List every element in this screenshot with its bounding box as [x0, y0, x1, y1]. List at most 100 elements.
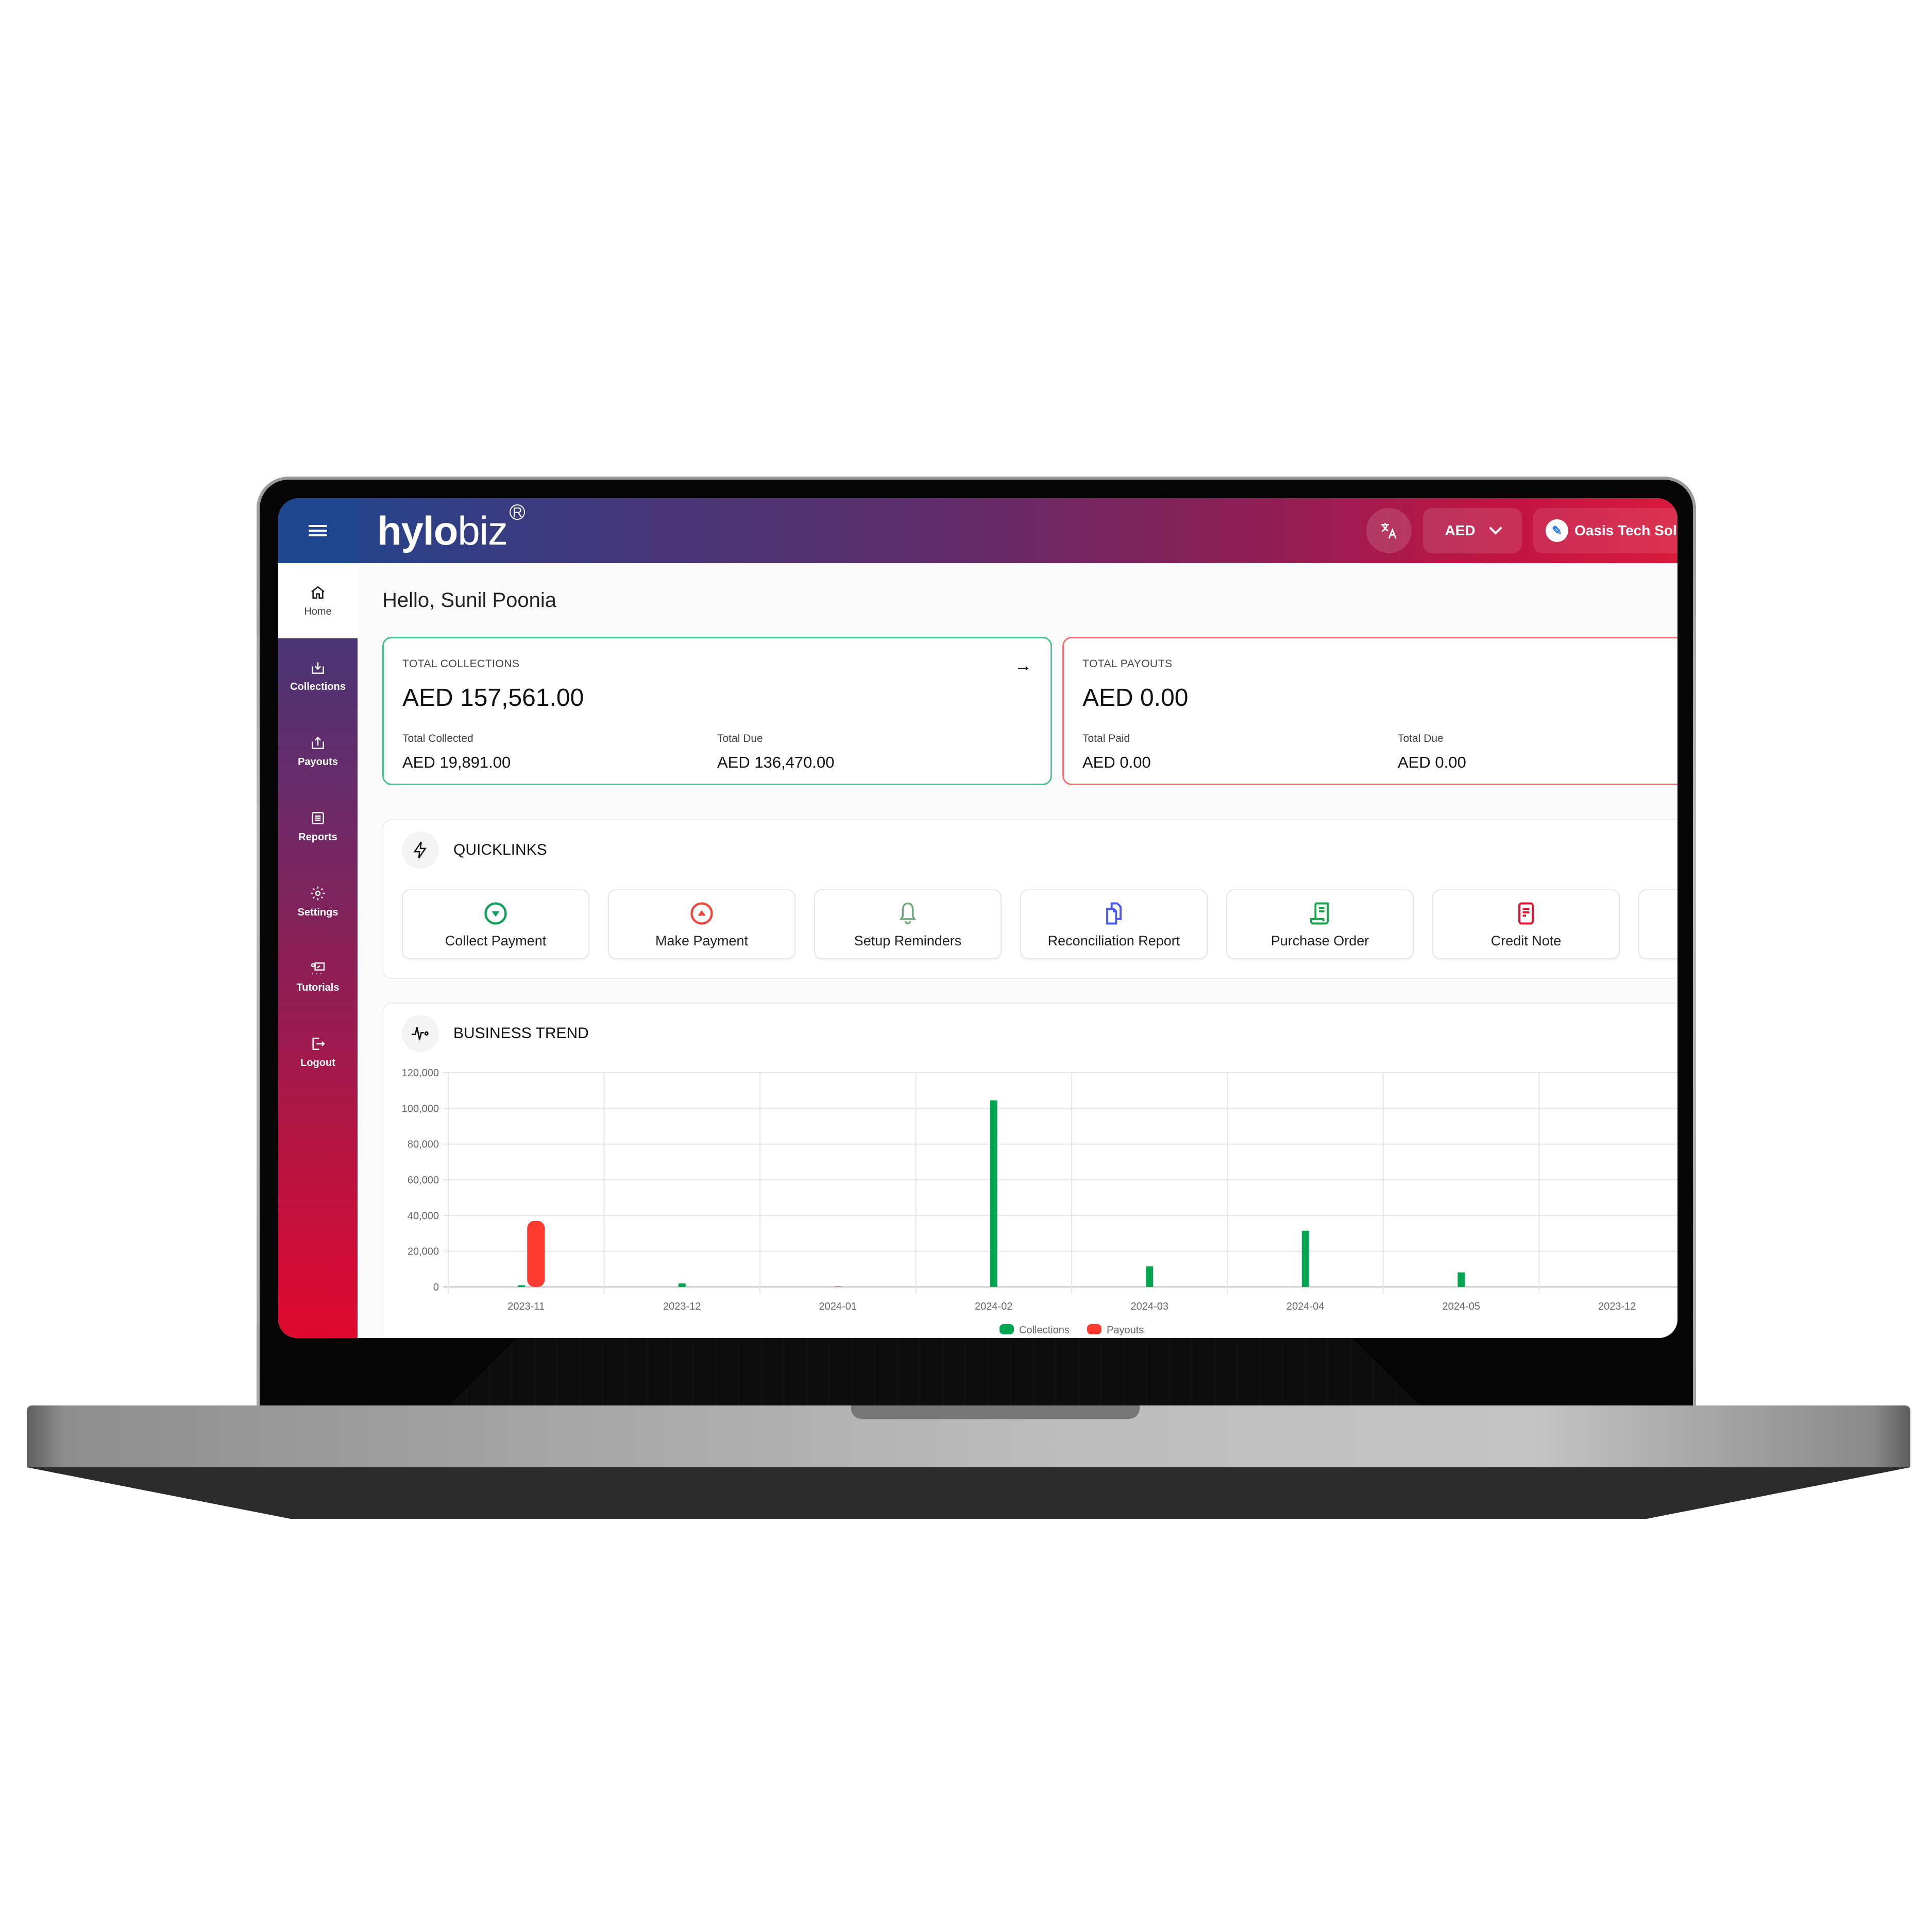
x-tick-label: 2024-05 [1443, 1301, 1480, 1312]
menu-toggle-button[interactable] [278, 498, 358, 563]
business-trend-title: BUSINESS TREND [453, 1025, 589, 1042]
presentation-icon [311, 962, 325, 974]
quicklink-label: Purchase Order [1270, 933, 1369, 948]
upload-tray-icon [312, 736, 324, 749]
total-paid-label: Total Paid [1082, 733, 1130, 744]
quicklink-credit-note[interactable]: Credit Note [1432, 889, 1620, 959]
quicklink-make-payment[interactable]: Make Payment [608, 889, 795, 959]
currency-select[interactable]: AED [1423, 508, 1522, 553]
collections-due-label: Total Due [717, 733, 763, 744]
legend-swatch [1087, 1324, 1101, 1334]
quicklink-setup-reminders[interactable]: Setup Reminders [814, 889, 1002, 959]
logout-icon [312, 1037, 325, 1050]
sidebar-item-label: Payouts [298, 756, 338, 768]
organization-switcher[interactable]: ✎ Oasis Tech Solu [1533, 508, 1677, 553]
currency-value: AED [1445, 522, 1476, 538]
logo-bold-text: hylo [377, 508, 458, 553]
quicklink-label: Reconciliation Report [1047, 933, 1180, 948]
chart-svg: 0 20,000 40,000 60,000 80,000 100,000 120,000 2… [402, 1067, 1677, 1336]
activity-pulse-icon [402, 1015, 439, 1052]
total-collected-value: AED 19,891.00 [402, 753, 511, 771]
sidebar-item-logout[interactable]: Logout [278, 1014, 358, 1090]
sidebar-item-collections[interactable]: Collections [278, 638, 358, 714]
header-actions: AED ✎ Oasis Tech Solu [1366, 508, 1677, 553]
total-paid-value: AED 0.00 [1082, 753, 1151, 771]
summary-cards: TOTAL COLLECTIONS → AED 157,561.00 Total… [382, 637, 1677, 785]
quicklink-label: Collect Payment [445, 933, 547, 948]
card-label: TOTAL COLLECTIONS [402, 658, 520, 670]
documents-icon [1106, 902, 1122, 924]
bar-collections [518, 1285, 526, 1287]
quicklink-reconciliation-report[interactable]: Reconciliation Report [1020, 889, 1208, 959]
laptop-mockup: hylobiz R AED ✎ Oasis Tech Solu Home Col… [0, 0, 1932, 1932]
sidebar-item-label: Settings [297, 906, 338, 918]
quicklink-collect-payment[interactable]: Collect Payment [402, 889, 589, 959]
legend-label: Payouts [1107, 1325, 1144, 1336]
sidebar-item-settings[interactable]: Settings [278, 864, 358, 939]
list-doc-icon [312, 811, 324, 824]
user-name: Sunil Poonia [440, 589, 556, 612]
bar-collections [1458, 1272, 1465, 1287]
total-payouts-value: AED 0.00 [1082, 684, 1189, 711]
chevron-down-icon [1488, 521, 1502, 535]
greeting-heading: Hello, Sunil Poonia [382, 589, 1677, 612]
sidebar-nav: Home Collections Payouts Reports Setting… [278, 563, 358, 1338]
top-header: hylobiz R AED ✎ Oasis Tech Solu [278, 498, 1677, 563]
bar-collections [834, 1286, 842, 1287]
payouts-due-label: Total Due [1398, 733, 1444, 744]
registered-mark: R [510, 504, 526, 520]
sidebar-item-tutorials[interactable]: Tutorials [278, 939, 358, 1014]
total-collections-card[interactable]: TOTAL COLLECTIONS → AED 157,561.00 Total… [382, 637, 1052, 785]
x-tick-label: 2023-11 [507, 1301, 545, 1312]
sidebar-item-reports[interactable]: Reports [278, 789, 358, 864]
y-tick-label: 80,000 [408, 1139, 439, 1150]
sidebar-item-label: Logout [300, 1057, 335, 1069]
quicklink-label: Make Payment [655, 933, 749, 948]
gear-icon [311, 886, 325, 900]
greeting-prefix: Hello, [382, 589, 441, 612]
x-tick-label: 2023-12 [663, 1301, 701, 1312]
business-trend-panel: BUSINESS TREND 0 20,000 40,000 60,000 80,000… [382, 1003, 1677, 1338]
translate-icon [1381, 523, 1397, 539]
y-tick-label: 100,000 [402, 1103, 439, 1114]
total-collected-label: Total Collected [402, 733, 473, 744]
y-tick-label: 40,000 [408, 1210, 439, 1222]
y-tick-label: 0 [433, 1282, 439, 1293]
pay-up-icon [690, 902, 713, 925]
x-tick-label: 2024-04 [1286, 1301, 1324, 1312]
home-icon [311, 586, 325, 599]
laptop-bezel: hylobiz R AED ✎ Oasis Tech Solu Home Col… [260, 480, 1693, 1409]
note-icon [1518, 902, 1534, 924]
keyboard-reflection [445, 1332, 1424, 1409]
y-tick-label: 120,000 [402, 1067, 439, 1079]
laptop-base [27, 1405, 1910, 1467]
sidebar-item-home[interactable]: Home [278, 563, 358, 638]
quicklinks-title: QUICKLINKS [453, 841, 547, 858]
x-tick-label: 2024-03 [1131, 1301, 1168, 1312]
y-tick-label: 60,000 [408, 1175, 439, 1186]
total-payouts-card[interactable]: TOTAL PAYOUTS AED 0.00 Total Paid AED 0.… [1062, 637, 1677, 785]
quicklink-partial[interactable] [1638, 889, 1677, 959]
legend-swatch [999, 1324, 1014, 1334]
total-collections-value: AED 157,561.00 [402, 684, 584, 711]
x-tick-label: 2024-01 [819, 1301, 857, 1312]
bar-collections [990, 1100, 997, 1287]
hamburger-icon [309, 522, 327, 539]
sidebar-item-label: Tutorials [296, 981, 340, 993]
payouts-due-value: AED 0.00 [1398, 753, 1466, 771]
download-tray-icon [312, 662, 324, 674]
bar-collections [1301, 1230, 1309, 1287]
app-screen: hylobiz R AED ✎ Oasis Tech Solu Home Col… [278, 498, 1677, 1338]
x-tick-label: 2024-02 [975, 1301, 1012, 1312]
logo-light-text: biz [457, 508, 508, 553]
sidebar-item-payouts[interactable]: Payouts [278, 714, 358, 789]
language-button[interactable] [1366, 508, 1412, 553]
bell-icon [899, 902, 917, 924]
arrow-right-icon[interactable]: → [1014, 656, 1032, 676]
organization-name: Oasis Tech Solu [1574, 522, 1677, 538]
brand-logo[interactable]: hylobiz R [377, 504, 526, 553]
x-tick-label: 2023-12 [1598, 1301, 1636, 1312]
collections-due-value: AED 136,470.00 [717, 753, 835, 771]
sidebar-item-label: Home [304, 605, 332, 617]
quicklink-purchase-order[interactable]: Purchase Order [1226, 889, 1414, 959]
